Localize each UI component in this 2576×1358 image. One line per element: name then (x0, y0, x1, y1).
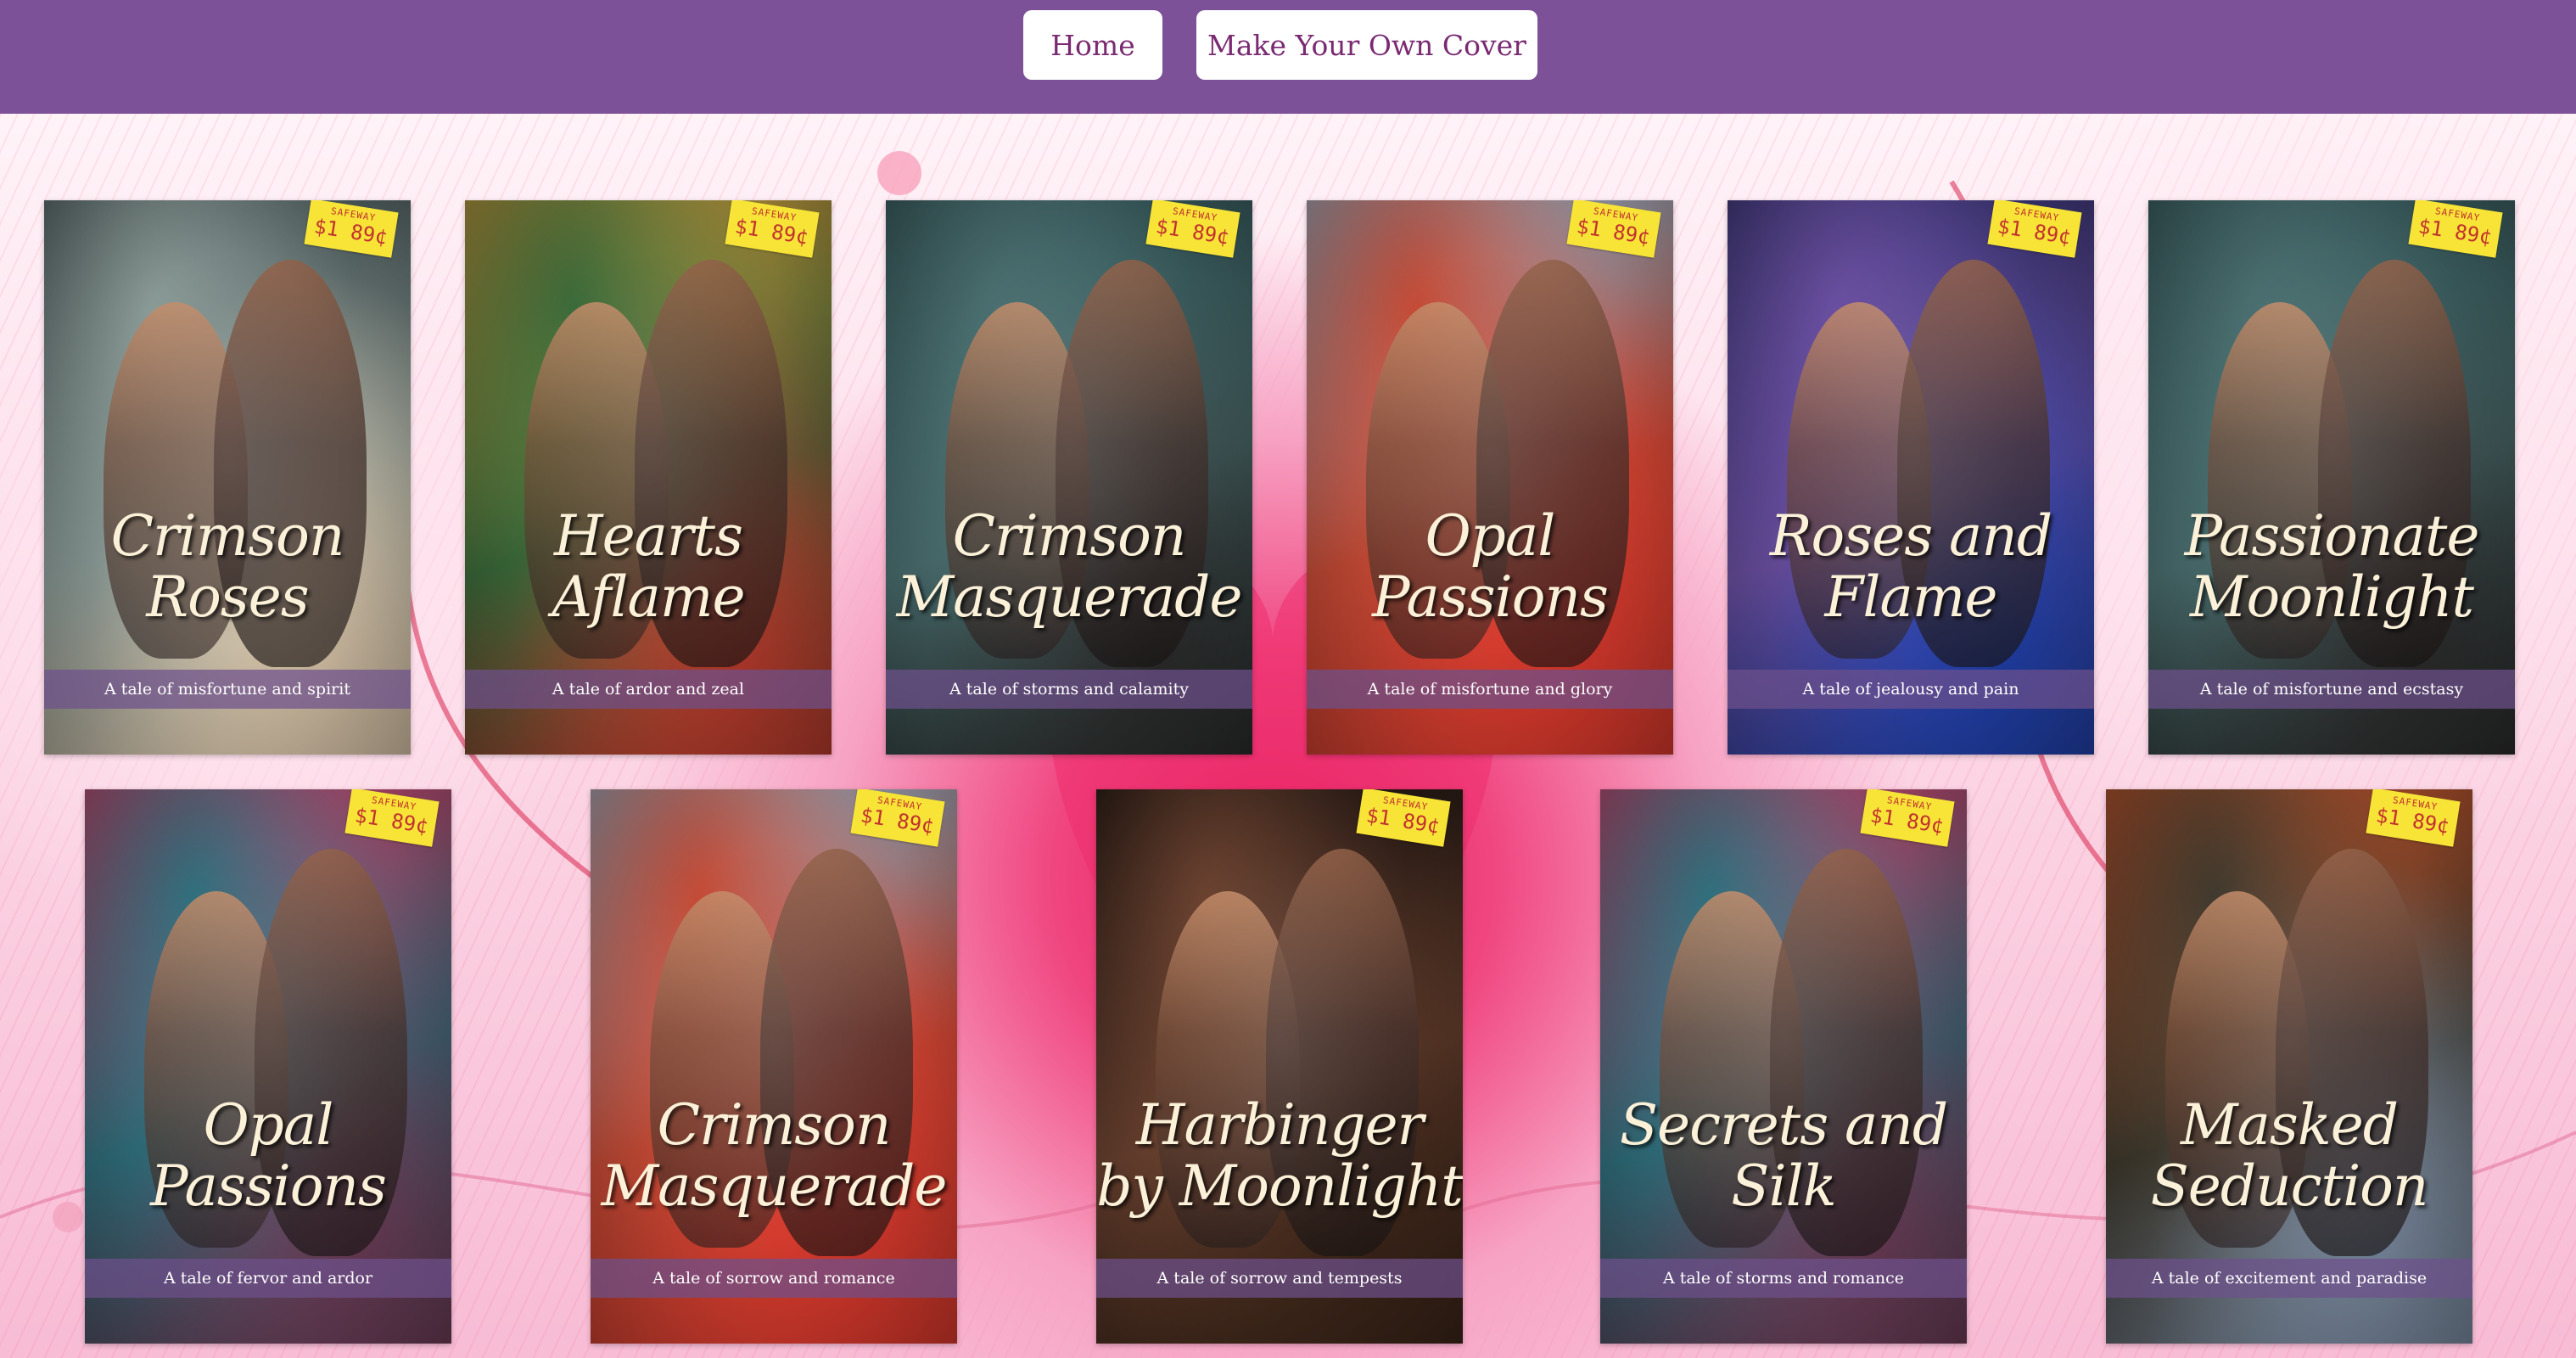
cover-title-line: Roses (146, 564, 309, 630)
cover-tagline: A tale of storms and romance (1600, 1259, 1967, 1298)
cover-tagline: A tale of misfortune and ecstasy (2148, 670, 2515, 709)
cover-title-line: Flame (1824, 564, 1998, 630)
cover-title-line: Passionate (2184, 503, 2480, 569)
cover-title-line: Moonlight (2189, 564, 2474, 630)
cover-title-line: Secrets and (1619, 1092, 1948, 1158)
cover-tagline: A tale of excitement and paradise (2106, 1259, 2472, 1298)
cover-tagline: A tale of sorrow and tempests (1096, 1259, 1463, 1298)
book-cover[interactable]: SAFEWAY $1 89¢ Passionate Moonlight A tale o… (2148, 200, 2515, 755)
cover-title-line: Opal (1425, 503, 1556, 569)
cover-title-line: by Moonlight (1096, 1153, 1463, 1219)
home-button[interactable]: Home (1023, 10, 1162, 80)
cover-title-line: Aflame (552, 564, 745, 630)
book-cover[interactable]: SAFEWAY $1 89¢ Secrets and Silk A tale of st… (1600, 789, 1967, 1344)
cover-title-line: Roses and (1769, 503, 2052, 569)
book-cover[interactable]: SAFEWAY $1 89¢ Hearts Aflame A tale of ardor… (465, 200, 832, 755)
cover-title-line: Passions (150, 1153, 387, 1219)
book-cover[interactable]: SAFEWAY $1 89¢ Crimson Masquerade A tale of … (591, 789, 957, 1344)
cover-title-line: Crimson (657, 1092, 892, 1158)
cover-tagline: A tale of misfortune and spirit (44, 670, 411, 709)
cover-title-line: Opal (203, 1092, 334, 1158)
book-cover[interactable]: SAFEWAY $1 89¢ Crimson Masquerade A tale of … (886, 200, 1252, 755)
book-cover[interactable]: SAFEWAY $1 89¢ Harbinger by Moonlight A tale… (1096, 789, 1463, 1344)
cover-title-line: Masked (2180, 1092, 2399, 1158)
book-cover[interactable]: SAFEWAY $1 89¢ Crimson Roses A tale of misfo… (44, 200, 411, 755)
cover-title-line: Hearts (554, 503, 743, 569)
cover-tagline: A tale of ardor and zeal (465, 670, 832, 709)
cover-tagline: A tale of storms and calamity (886, 670, 1252, 709)
cover-tagline: A tale of fervor and ardor (85, 1259, 451, 1298)
cover-title-line: Masquerade (896, 564, 1243, 630)
cover-tagline: A tale of sorrow and romance (591, 1259, 957, 1298)
cover-title-line: Silk (1731, 1153, 1836, 1219)
top-navbar: Home Make Your Own Cover (0, 0, 2576, 114)
cover-title-line: Crimson (110, 503, 345, 569)
cover-tagline: A tale of jealousy and pain (1728, 670, 2094, 709)
cover-title-line: Passions (1372, 564, 1609, 630)
make-your-own-cover-button[interactable]: Make Your Own Cover (1196, 10, 1537, 80)
cover-title-line: Harbinger (1135, 1092, 1424, 1158)
cover-title-line: Masquerade (601, 1153, 948, 1219)
cover-title-line: Crimson (952, 503, 1187, 569)
book-cover[interactable]: SAFEWAY $1 89¢ Opal Passions A tale of misfo… (1307, 200, 1673, 755)
book-cover[interactable]: SAFEWAY $1 89¢ Roses and Flame A tale of jea… (1728, 200, 2094, 755)
cover-tagline: A tale of misfortune and glory (1307, 670, 1673, 709)
book-cover[interactable]: SAFEWAY $1 89¢ Opal Passions A tale of fervo… (85, 789, 451, 1344)
cover-title-line: Seduction (2150, 1153, 2429, 1219)
book-cover[interactable]: SAFEWAY $1 89¢ Masked Seduction A tale of ex… (2106, 789, 2472, 1344)
